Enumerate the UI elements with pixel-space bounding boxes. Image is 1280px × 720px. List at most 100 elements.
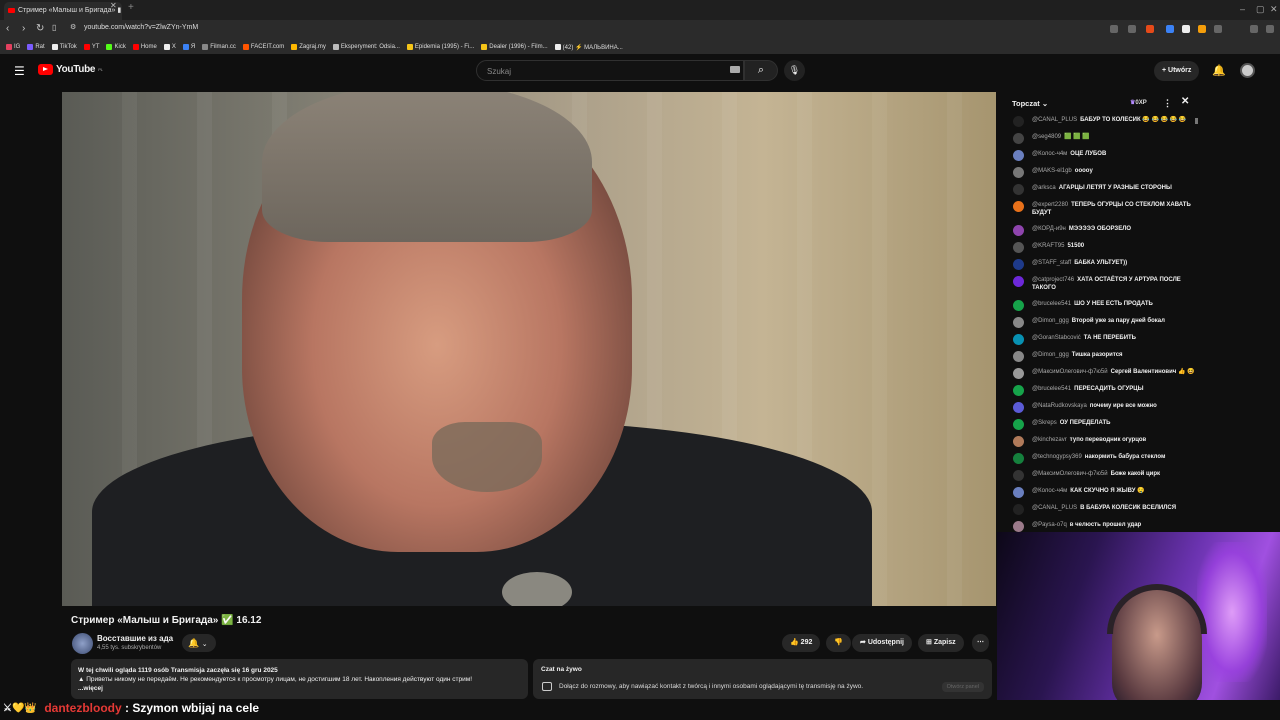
chat-avatar[interactable] — [1013, 300, 1024, 311]
chat-message[interactable]: @expert2280 ТЕПЕРЬ ОГУРЦЫ СО СТЕКЛОМ ХАВА… — [1013, 201, 1199, 217]
bookmark-item[interactable]: Kick — [106, 44, 126, 50]
playlist-icon[interactable] — [1250, 25, 1258, 33]
chat-avatar[interactable] — [1013, 334, 1024, 345]
bookmark-item[interactable]: Epidemia (1995) - Fi... — [406, 44, 474, 50]
chat-author[interactable]: @МаксимОлегович-ф7ю5й — [1032, 369, 1108, 375]
chat-author[interactable]: @seg4809 — [1032, 134, 1061, 140]
chat-message[interactable]: @Колос-ч4м ОЦЕ ЛУБОВ — [1013, 150, 1199, 161]
chat-author[interactable]: @brucelee541 — [1032, 301, 1071, 307]
keyboard-icon[interactable] — [730, 66, 740, 73]
voice-search-button[interactable]: 🎙 — [784, 60, 805, 81]
chat-close-icon[interactable]: ✕ — [1181, 96, 1189, 107]
chat-message[interactable]: @catproject746 ХАТА ОСТАЁТСЯ У АРТУРА ПОС… — [1013, 276, 1199, 292]
chat-message[interactable]: @kinchezavr тупо переводник огурцов — [1013, 436, 1199, 447]
hamburger-menu-icon[interactable]: ☰ — [14, 64, 25, 78]
chat-avatar[interactable] — [1013, 368, 1024, 379]
account-avatar[interactable] — [1240, 63, 1255, 78]
chat-author[interactable]: @Dimon_ggg — [1032, 352, 1069, 358]
chat-avatar[interactable] — [1013, 225, 1024, 236]
chat-author[interactable]: @Колос-ч4м — [1032, 488, 1067, 494]
chat-message[interactable]: @Skreps ОУ ПЕРЕДЕЛАТЬ — [1013, 419, 1199, 430]
chat-author[interactable]: @CANAL_PLUS — [1032, 117, 1077, 123]
chat-message[interactable]: @arksca АГАРЦЫ ЛЕТЯТ У РАЗНЫЕ СТОРОНЫ — [1013, 184, 1199, 195]
open-panel-button[interactable]: Otwórz panel — [941, 682, 984, 692]
share-button[interactable]: ➦ Udostępnij — [852, 634, 912, 652]
chat-author[interactable]: @MAKS-el1gb — [1032, 168, 1072, 174]
chat-message[interactable]: @NataRudkovskaya почему ире все можно — [1013, 402, 1199, 413]
bookmark-item[interactable]: Dealer (1996) - Film... — [481, 44, 548, 50]
bookmark-item[interactable]: Home — [132, 44, 157, 50]
chat-avatar[interactable] — [1013, 167, 1024, 178]
chat-author[interactable]: @technogypsy369 — [1032, 454, 1082, 460]
reload-icon[interactable]: ↻ — [36, 23, 44, 34]
search-button[interactable]: ⌕ — [744, 60, 778, 81]
forward-icon[interactable]: › — [22, 23, 25, 34]
window-close-icon[interactable]: ✕ — [1270, 4, 1278, 15]
chat-message[interactable]: @Колос-ч4м КАК СКУЧНО Я ЖЫВУ 🤤 — [1013, 487, 1199, 498]
description-box[interactable]: W tej chwili ogląda 1119 osób Transmisja… — [71, 659, 528, 699]
tab-close-icon[interactable]: ✕ — [110, 1, 117, 10]
maximize-icon[interactable]: ▢ — [1256, 4, 1265, 15]
chat-avatar[interactable] — [1013, 276, 1024, 287]
extension-icon[interactable] — [1166, 25, 1174, 33]
chat-message[interactable]: @CANAL_PLUS В БАБУРА КОЛЕСИК ВСЕЛИЛСЯ — [1013, 504, 1199, 515]
chat-message[interactable]: @CANAL_PLUS БАБУР ТО КОЛЕСИК 😂 😂 😂 😂 😂 — [1013, 116, 1199, 127]
bookmark-item[interactable]: FACEIT.com — [242, 44, 284, 50]
chat-message[interactable]: @seg4809 🟩 🟩 🟩 — [1013, 133, 1199, 144]
chat-author[interactable]: @KRAFT95 — [1032, 243, 1064, 249]
subscription-notify-button[interactable]: 🔔 ⌄ — [182, 634, 216, 652]
back-icon[interactable]: ‹ — [6, 23, 9, 34]
chat-avatar[interactable] — [1013, 470, 1024, 481]
description-more-link[interactable]: ...więcej — [78, 684, 521, 693]
bookmark-item[interactable]: IG — [6, 44, 20, 50]
video-player[interactable] — [62, 92, 996, 606]
chat-author[interactable]: @arksca — [1032, 185, 1056, 191]
chat-avatar[interactable] — [1013, 317, 1024, 328]
extension-icon[interactable] — [1128, 25, 1136, 33]
chat-avatar[interactable] — [1013, 184, 1024, 195]
browser-tab[interactable]: Стример «Малыш и Бригада» ▮ — [4, 2, 122, 20]
bookmark-item[interactable]: YT — [83, 44, 99, 50]
chat-author[interactable]: @МаксимОлегович-ф7ю5й — [1032, 471, 1108, 477]
chat-author[interactable]: @kinchezavr — [1032, 437, 1067, 443]
chat-message[interactable]: @technogypsy369 накормить бабура стеклом — [1013, 453, 1199, 464]
more-actions-button[interactable]: ⋯ — [972, 634, 989, 652]
chat-message[interactable]: @KRAFT95 51500 — [1013, 242, 1199, 253]
chat-message[interactable]: @STAFF_staff БАБКА УЛЬТУЕТ)) — [1013, 259, 1199, 270]
chat-message[interactable]: @MAKS-el1gb ooooy — [1013, 167, 1199, 178]
minimize-icon[interactable]: – — [1240, 4, 1245, 14]
chat-message[interactable]: @МаксимОлегович-ф7ю5й Боже какой цирк — [1013, 470, 1199, 481]
chat-author[interactable]: @expert2280 — [1032, 202, 1068, 208]
brave-shield-icon[interactable] — [1146, 25, 1154, 33]
chat-avatar[interactable] — [1013, 150, 1024, 161]
chat-avatar[interactable] — [1013, 385, 1024, 396]
menu-icon[interactable] — [1266, 25, 1274, 33]
extension-icon[interactable] — [1182, 25, 1190, 33]
xp-badge[interactable]: ♛0XP — [1130, 99, 1147, 106]
extension-icon[interactable] — [1110, 25, 1118, 33]
chat-avatar[interactable] — [1013, 521, 1024, 532]
chat-message[interactable]: @brucelee541 ПЕРЕСАДИТЬ ОГУРЦЫ — [1013, 385, 1199, 396]
chat-avatar[interactable] — [1013, 201, 1024, 212]
chat-avatar[interactable] — [1013, 436, 1024, 447]
chat-avatar[interactable] — [1013, 242, 1024, 253]
chat-avatar[interactable] — [1013, 402, 1024, 413]
bookmark-item[interactable]: Я — [182, 44, 195, 50]
chat-avatar[interactable] — [1013, 133, 1024, 144]
chat-message[interactable]: @КОРД-и9н МЭЭЭЭЭ ОБОРЗЕЛО — [1013, 225, 1199, 236]
chat-author[interactable]: @Dimon_ggg — [1032, 318, 1069, 324]
save-button[interactable]: ⊞ Zapisz — [918, 634, 964, 652]
search-input[interactable]: Szukaj — [476, 60, 744, 81]
chat-avatar[interactable] — [1013, 351, 1024, 362]
chat-author[interactable]: @Paysa-o7q — [1032, 522, 1067, 528]
bookmark-item[interactable]: X — [163, 44, 176, 50]
chat-author[interactable]: @Колос-ч4м — [1032, 151, 1067, 157]
bookmark-item[interactable]: TikTok — [51, 44, 77, 50]
bookmark-item[interactable]: Rat — [27, 44, 45, 50]
chat-message[interactable]: @Dimon_ggg Тишка разорится — [1013, 351, 1199, 362]
chat-author[interactable]: @GoranStabcović — [1032, 335, 1081, 341]
chat-author[interactable]: @КОРД-и9н — [1032, 226, 1066, 232]
chat-message[interactable]: @GoranStabcović ТА НЕ ПЕРЕБИТЬ — [1013, 334, 1199, 345]
chat-author[interactable]: @STAFF_staff — [1032, 260, 1071, 266]
download-icon[interactable] — [1214, 25, 1222, 33]
